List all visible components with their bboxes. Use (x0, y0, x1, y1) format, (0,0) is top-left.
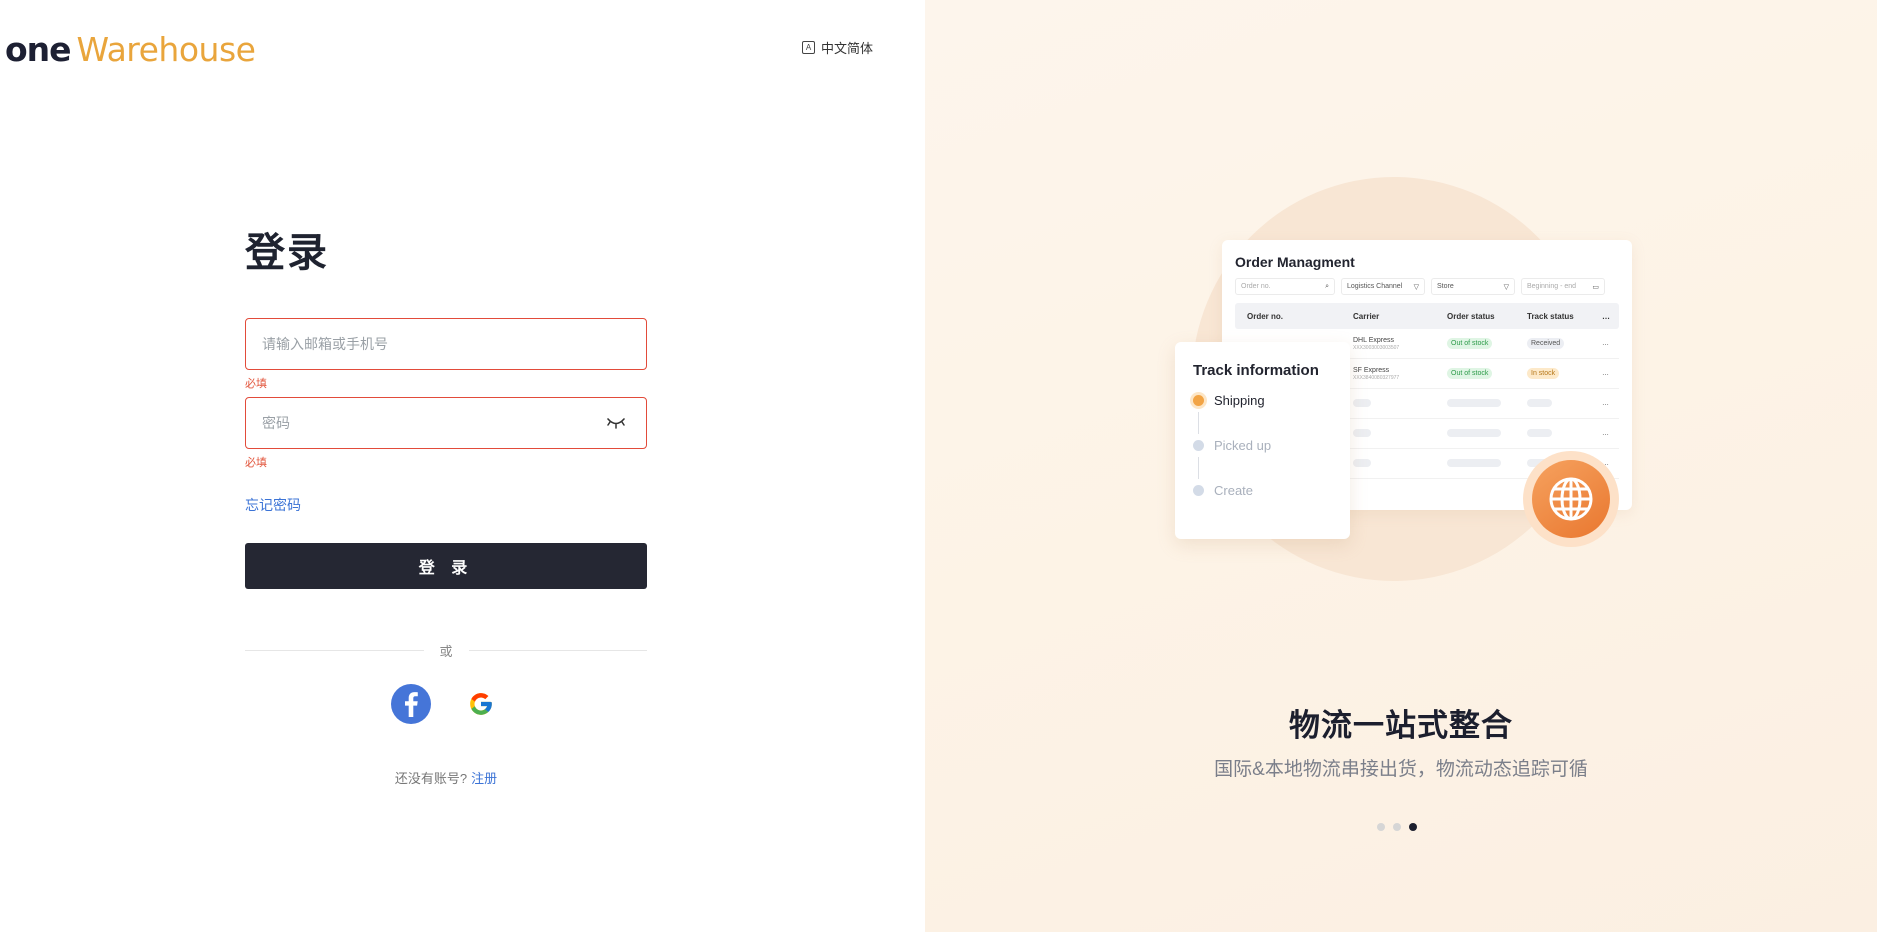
track-step-shipping: Shipping (1193, 393, 1332, 408)
column-header: Carrier (1353, 311, 1380, 321)
skeleton-cell (1527, 398, 1602, 409)
funnel-icon: ▽ (1413, 283, 1419, 291)
globe-badge (1523, 451, 1619, 547)
funnel-icon: ▽ (1503, 283, 1509, 291)
divider-label: 或 (439, 644, 453, 659)
more-icon: … (1602, 311, 1610, 321)
order-status-cell: Out of stock (1447, 338, 1527, 349)
status-badge: In stock (1527, 368, 1560, 379)
promo-subtitle: 国际&本地物流串接出货，物流动态追踪可循 (1214, 759, 1588, 780)
carousel-dot-2[interactable] (1393, 823, 1401, 831)
skeleton-cell (1447, 428, 1527, 439)
no-account-text: 还没有账号? (394, 771, 468, 786)
order-table-header: Order no. Carrier Order status Track sta… (1235, 303, 1619, 329)
column-header: Order status (1447, 311, 1495, 321)
carrier-cell: DHL Express XXX3003003003507 (1353, 337, 1447, 351)
filter-label: Logistics Channel (1347, 283, 1403, 290)
skeleton-cell (1447, 458, 1527, 469)
signup-prompt: 还没有账号? 注册 (245, 768, 647, 787)
password-error: 必填 (245, 457, 267, 469)
logo-one-text: one (5, 30, 72, 69)
step-label: Create (1214, 483, 1254, 498)
calendar-icon: ▭ (1592, 283, 1599, 291)
password-field[interactable] (245, 397, 647, 449)
google-login-button[interactable] (461, 684, 501, 724)
order-status-cell: Out of stock (1447, 368, 1527, 379)
carrier-number: XXX3003003003507 (1353, 344, 1400, 351)
skeleton-cell (1353, 458, 1447, 469)
social-login (245, 684, 647, 724)
carousel-dot-1[interactable] (1377, 823, 1385, 831)
filter-label: Beginning - end (1527, 283, 1577, 290)
skeleton-cell (1353, 398, 1447, 409)
track-card-title: Track information (1193, 362, 1319, 379)
track-information-card: Track information Shipping Picked up Cre… (1175, 342, 1350, 539)
or-divider: 或 (245, 641, 648, 660)
brand-logo[interactable]: one Warehouse (5, 30, 256, 69)
skeleton-cell (1353, 428, 1447, 439)
store-filter: Store ▽ (1431, 278, 1515, 295)
status-badge: Out of stock (1447, 368, 1493, 379)
divider-line (468, 650, 648, 651)
order-filters: Order no. ⌕ Logistics Channel ▽ Store ▽ Beg… (1235, 278, 1619, 295)
filter-label: Store (1437, 283, 1454, 290)
carousel-indicators (1377, 823, 1417, 831)
globe-icon (1532, 460, 1610, 538)
filter-label: Order no. (1241, 283, 1271, 290)
order-card-title: Order Managment (1235, 254, 1355, 270)
carrier-name: DHL Express (1353, 336, 1394, 344)
column-header: Track status (1527, 311, 1574, 321)
order-no-filter: Order no. ⌕ (1235, 278, 1335, 295)
carrier-cell: SF Express XXX3840080327977 (1353, 367, 1447, 381)
password-input[interactable] (262, 415, 630, 431)
status-badge: Received (1527, 338, 1565, 349)
track-step-picked-up: Picked up (1193, 438, 1332, 453)
more-icon: … (1602, 370, 1609, 377)
translate-icon: A (802, 41, 815, 54)
step-connector (1198, 412, 1199, 434)
carrier-name: SF Express (1353, 366, 1390, 374)
search-icon: ⌕ (1325, 282, 1329, 290)
logo-warehouse-text: Warehouse (76, 30, 256, 69)
page-title: 登录 (245, 231, 329, 275)
step-dot-icon (1193, 395, 1204, 406)
track-status-cell: In stock (1527, 368, 1602, 379)
promo-pane: Order Managment Order no. ⌕ Logistics Cha… (925, 0, 1877, 932)
channel-filter: Logistics Channel ▽ (1341, 278, 1425, 295)
skeleton-cell (1527, 428, 1602, 439)
signup-link[interactable]: 注册 (471, 771, 497, 786)
language-label: 中文简体 (821, 41, 874, 56)
facebook-icon (405, 692, 418, 717)
date-filter: Beginning - end ▭ (1521, 278, 1605, 295)
column-header: Order no. (1247, 311, 1284, 321)
track-status-cell: Received (1527, 338, 1602, 349)
divider-line (245, 650, 424, 651)
step-label: Shipping (1214, 393, 1265, 408)
skeleton-cell (1447, 398, 1527, 409)
login-button[interactable]: 登 录 (245, 543, 647, 589)
account-field[interactable] (245, 318, 647, 370)
account-input[interactable] (262, 336, 630, 352)
login-form: 登录 必填 必填 忘记密码 登 录 或 (245, 220, 648, 787)
status-badge: Out of stock (1447, 338, 1493, 349)
carrier-number: XXX3840080327977 (1353, 374, 1400, 381)
forgot-password-link[interactable]: 忘记密码 (245, 495, 301, 515)
step-dot-icon (1193, 485, 1204, 496)
login-pane: one Warehouse A 中文简体 登录 必填 必填 忘记密码 登 录 (0, 0, 925, 932)
step-connector (1198, 457, 1199, 479)
account-error: 必填 (245, 378, 267, 390)
eye-closed-icon[interactable] (606, 416, 626, 430)
more-icon: … (1602, 400, 1609, 407)
step-dot-icon (1193, 440, 1204, 451)
more-icon: … (1602, 340, 1609, 347)
language-switcher[interactable]: A 中文简体 (802, 38, 873, 57)
more-icon: … (1602, 430, 1609, 437)
facebook-login-button[interactable] (391, 684, 431, 724)
carousel-dot-3[interactable] (1409, 823, 1417, 831)
track-step-create: Create (1193, 483, 1332, 498)
google-icon (470, 693, 492, 715)
promo-title: 物流一站式整合 (1289, 708, 1513, 743)
step-label: Picked up (1214, 438, 1272, 453)
